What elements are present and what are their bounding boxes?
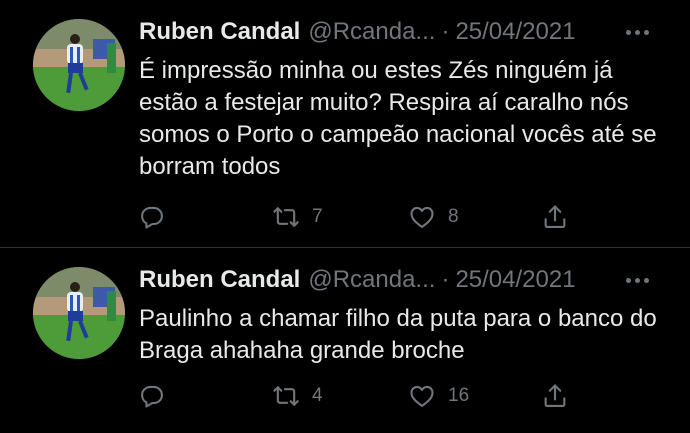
- avatar[interactable]: [33, 267, 125, 359]
- share-button[interactable]: [541, 381, 569, 411]
- like-button[interactable]: 8: [408, 202, 459, 232]
- share-icon: [544, 205, 566, 228]
- tweet[interactable]: Ruben Candal @Rcanda... · 25/04/2021 É i…: [0, 0, 690, 248]
- tweet-text: Paulinho a chamar filho da puta para o b…: [139, 305, 657, 364]
- share-icon: [544, 384, 566, 407]
- author-name[interactable]: Ruben Candal: [139, 266, 300, 294]
- retweet-count: 4: [312, 385, 323, 406]
- retweet-button[interactable]: 4: [272, 381, 323, 411]
- reply-button[interactable]: [138, 202, 166, 232]
- separator-dot: ·: [441, 18, 450, 45]
- tweet-actions: 4 16: [0, 381, 690, 411]
- like-button[interactable]: 16: [408, 381, 469, 411]
- avatar[interactable]: [33, 19, 125, 111]
- tweet-date[interactable]: 25/04/2021: [455, 18, 575, 46]
- author-handle[interactable]: @Rcanda...: [308, 18, 435, 46]
- tweet-date[interactable]: 25/04/2021: [455, 266, 575, 294]
- share-button[interactable]: [541, 202, 569, 232]
- author-name[interactable]: Ruben Candal: [139, 18, 300, 46]
- like-count: 16: [448, 385, 470, 406]
- like-count: 8: [448, 206, 459, 227]
- tweet-header: Ruben Candal @Rcanda... · 25/04/2021: [139, 14, 576, 50]
- avatar-photo: [33, 19, 125, 111]
- more-icon[interactable]: [626, 270, 656, 290]
- reply-button[interactable]: [138, 381, 166, 411]
- retweet-icon: [273, 207, 299, 227]
- reply-icon: [141, 385, 163, 408]
- tweet[interactable]: Ruben Candal @Rcanda... · 25/04/2021 Pau…: [0, 248, 690, 433]
- reply-icon: [141, 206, 163, 229]
- separator-dot: ·: [441, 266, 450, 293]
- more-icon[interactable]: [626, 22, 656, 42]
- avatar-photo: [33, 267, 125, 359]
- heart-icon: [410, 385, 434, 407]
- tweet-actions: 7 8: [0, 202, 690, 232]
- retweet-icon: [273, 386, 299, 406]
- author-handle[interactable]: @Rcanda...: [308, 266, 435, 294]
- tweet-header: Ruben Candal @Rcanda... · 25/04/2021: [139, 262, 576, 298]
- retweet-button[interactable]: 7: [272, 202, 323, 232]
- retweet-count: 7: [312, 206, 323, 227]
- tweet-text: É impressão minha ou estes Zés ninguém j…: [139, 57, 657, 180]
- heart-icon: [410, 206, 434, 228]
